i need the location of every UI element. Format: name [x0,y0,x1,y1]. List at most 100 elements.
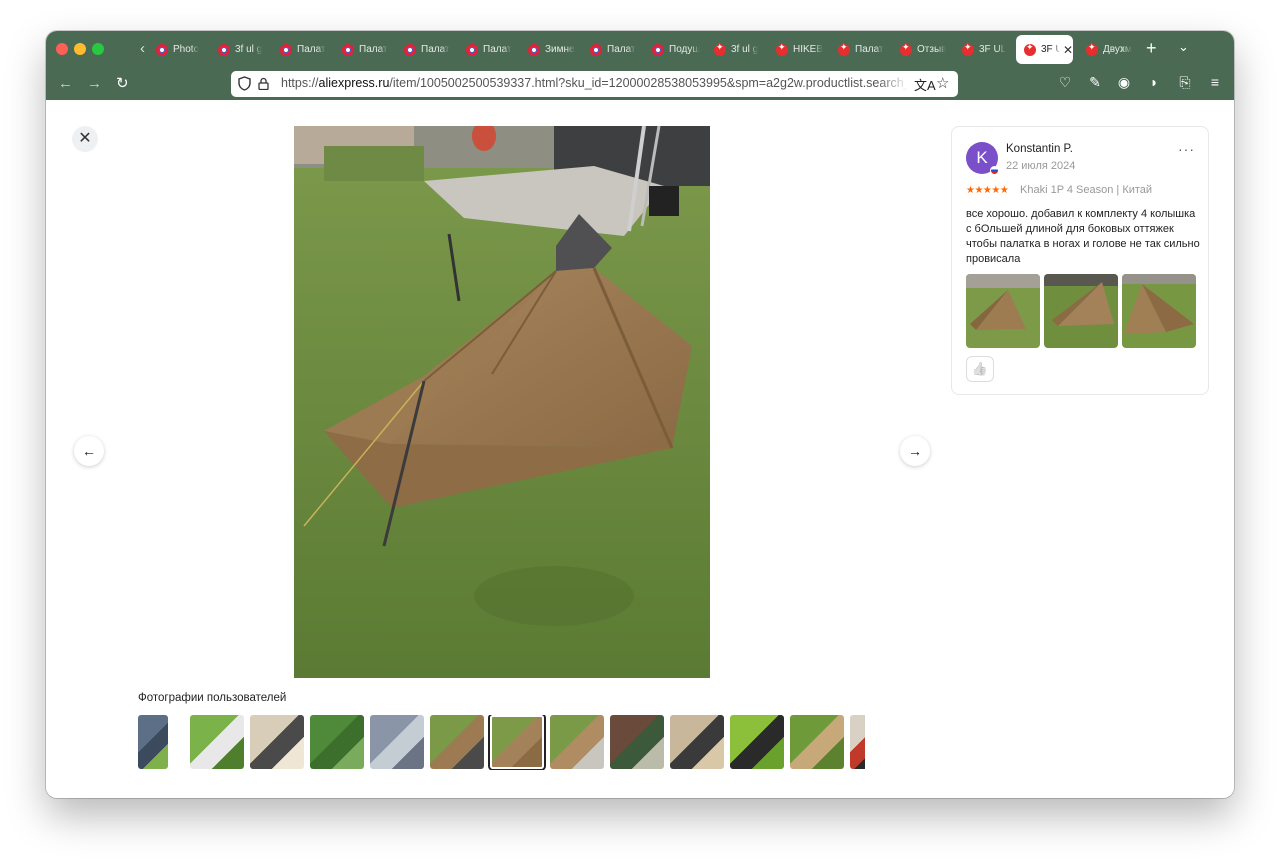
browser-tab[interactable]: Палат [272,35,332,64]
browser-tab[interactable]: Подуш [644,35,704,64]
extensions-icon[interactable]: ⎘ [1176,74,1194,91]
review-photo-thumb[interactable] [1044,274,1118,348]
tracking-shield-icon[interactable] [238,76,251,91]
gallery-thumbnail[interactable] [550,715,604,769]
review-photo [294,126,710,678]
tab-title: Палат [607,44,636,55]
tent-thumb-image [1122,274,1196,348]
review-photo-thumb[interactable] [966,274,1040,348]
tab-title: Двухм [1103,44,1132,55]
gallery-thumbnail[interactable] [310,715,364,769]
wrench-icon[interactable]: ✎ [1086,74,1104,91]
lock-icon[interactable] [258,77,269,90]
tab-title: Палат [359,44,388,55]
browser-tab[interactable]: 3f ul g [210,35,270,64]
review-date: 22 июля 2024 [1006,160,1076,172]
browser-tab[interactable]: 3f ul g [706,35,766,64]
new-tab-button[interactable]: + [1146,38,1157,59]
browser-tab[interactable]: Двухм [1078,35,1138,64]
tab-title: Подуш [669,44,701,55]
previous-photo-button[interactable]: ← [74,436,104,466]
tab-title: Палат [855,44,884,55]
ozon-icon [528,43,540,56]
ozon-icon [404,43,416,56]
browser-tab[interactable]: HIKEB [768,35,828,64]
ozon-icon [218,43,230,56]
thumbs-up-icon: 👍 [971,361,989,376]
list-all-tabs-icon[interactable]: ⌄ [1178,39,1189,55]
zoom-window-button[interactable] [92,43,104,55]
gallery-thumbnail[interactable] [370,715,424,769]
back-icon[interactable]: ← [58,74,73,94]
review-card: K Konstantin P. 22 июля 2024 ··· ★★★★★ K… [951,126,1209,395]
minimize-window-button[interactable] [74,43,86,55]
tent-thumb-image [966,274,1040,348]
browser-tab[interactable]: Палат [458,35,518,64]
gallery-thumbnail[interactable] [138,715,168,769]
menu-icon[interactable]: ≡ [1206,74,1224,90]
gallery-thumbnail[interactable] [790,715,844,769]
close-window-button[interactable] [56,43,68,55]
gallery-thumbnail[interactable] [250,715,304,769]
url-path: /item/1005002500539337.html?sku_id=12000… [389,76,909,90]
like-button[interactable]: 👍 [966,356,994,382]
ozon-icon [156,43,168,56]
account-icon[interactable]: ◉ [1115,74,1133,91]
tab-title: 3f ul g [235,44,263,55]
translate-icon[interactable]: 文A [914,75,936,94]
gallery-title: Фотографии пользователей [138,692,287,704]
more-options-icon[interactable]: ··· [1178,141,1195,157]
tab-scroll-left-icon[interactable]: ‹ [140,39,145,59]
tent-thumb-image [1044,274,1118,348]
gallery-thumbnail[interactable] [190,715,244,769]
pocket-icon[interactable]: ♡ [1056,74,1074,91]
russia-flag-icon [990,166,999,175]
navigation-toolbar: ← → ↻ https://aliexpress.ru/item/1005002… [46,68,1234,100]
ozon-icon [590,43,602,56]
ozon-icon [466,43,478,56]
reload-icon[interactable]: ↻ [116,74,129,94]
tent-photo-image [294,126,710,678]
tab-title: 3f ul g [731,44,759,55]
bookmark-star-icon[interactable]: ☆ [936,74,949,92]
tab-title: HIKEB [793,44,824,55]
gallery-thumbnail[interactable] [610,715,664,769]
tab-bar: ‹ Photo 3f ul g Палат Палат Палат Палат Зимне П… [46,31,1234,68]
browser-tab[interactable]: Палат [334,35,394,64]
browser-tab[interactable]: Палат [830,35,890,64]
browser-tab[interactable]: 3F U✕ [1016,35,1073,64]
forward-icon[interactable]: → [87,74,102,94]
browser-tab[interactable]: Зимне [520,35,580,64]
rating-stars: ★★★★★ [966,185,1009,196]
tab-title: Палат [297,44,326,55]
url-domain: aliexpress.ru [318,76,390,90]
tab-title: Отзыв [917,44,947,55]
browser-tab[interactable]: Палат [396,35,456,64]
url-text[interactable]: https://aliexpress.ru/item/1005002500539… [281,76,909,90]
browser-window: ‹ Photo 3f ul g Палат Палат Палат Палат Зимне П… [46,31,1234,798]
close-viewer-button[interactable]: ✕ [72,126,98,152]
ozon-icon [342,43,354,56]
browser-tab[interactable]: Палат [582,35,642,64]
browser-tab[interactable]: Отзыв [892,35,952,64]
ublock-shield-icon[interactable]: ◗ [1145,74,1163,90]
tab-title: Photo [173,44,200,55]
browser-tab[interactable]: 3F UL [954,35,1014,64]
tab-scroll-right-icon[interactable]: › [1120,39,1125,59]
next-photo-button[interactable]: → [900,436,930,466]
address-bar[interactable]: https://aliexpress.ru/item/1005002500539… [231,71,958,97]
gallery-thumbnail[interactable] [430,715,484,769]
close-tab-icon[interactable]: ✕ [1063,43,1073,57]
aliexpress-icon [838,42,850,56]
gallery-thumbnail[interactable] [850,715,865,769]
url-protocol: https:// [281,76,319,90]
browser-tab[interactable]: Photo [148,35,208,64]
aliexpress-icon [714,42,726,56]
ozon-icon [652,43,664,56]
tab-title: Зимне [545,44,575,55]
gallery-thumbnail[interactable] [490,715,544,769]
gallery-thumbnail[interactable] [730,715,784,769]
aliexpress-icon [962,42,974,56]
review-photo-thumb[interactable] [1122,274,1196,348]
gallery-thumbnail[interactable] [670,715,724,769]
